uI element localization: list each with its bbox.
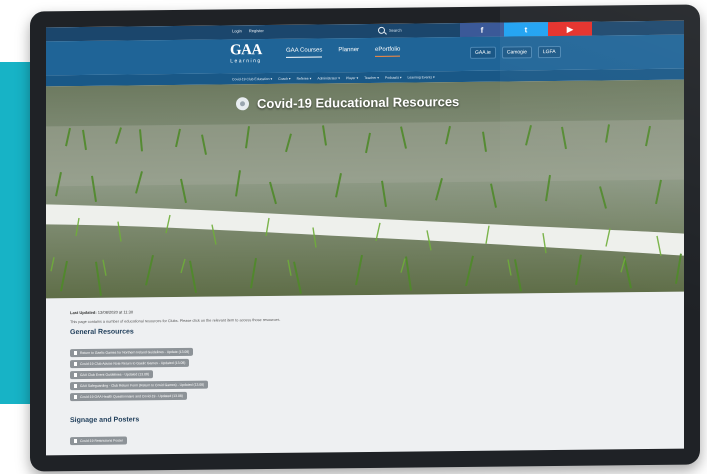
search-box[interactable]: Search	[378, 26, 402, 35]
subnav-administrator[interactable]: Administrator ▾	[317, 76, 340, 80]
resource-label: Covid-19 Restrictions Poster	[80, 438, 123, 443]
partner-links: GAA.ie Camogie LGFA	[470, 45, 567, 59]
nav-eportfolio[interactable]: ePortfolio	[375, 46, 401, 57]
twitter-icon[interactable]: t	[504, 22, 548, 37]
last-updated: Last Updated: 13/08/2020 at 11:30	[70, 304, 684, 315]
browser-screen: Login Register Search f t ▶ GAA Learning…	[46, 20, 684, 456]
lgfa-button[interactable]: LGFA	[537, 45, 561, 59]
laptop-frame: Login Register Search f t ▶ GAA Learning…	[30, 4, 700, 472]
document-icon	[74, 439, 77, 444]
login-link[interactable]: Login	[232, 28, 242, 33]
youtube-icon[interactable]: ▶	[548, 21, 592, 37]
general-resources-heading: General Resources	[70, 328, 134, 337]
resource-button[interactable]: Covid-19 Restrictions Poster	[70, 436, 127, 446]
hero-banner: Covid-19 Educational Resources	[46, 79, 684, 299]
logo-text: Learning	[230, 58, 262, 65]
nav-gaa-courses[interactable]: GAA Courses	[286, 47, 323, 58]
page-title: Covid-19 Educational Resources	[257, 94, 460, 112]
subnav-podcasts[interactable]: Podcasts ▾	[385, 75, 402, 79]
last-updated-label: Last Updated:	[70, 309, 97, 316]
resource-label: Covid-19 GAA Health Questionnaire and Co…	[80, 393, 183, 399]
subnav-teacher[interactable]: Teacher ▾	[364, 75, 379, 79]
gaa-ie-button[interactable]: GAA.ie	[470, 46, 496, 59]
facebook-icon[interactable]: f	[460, 22, 504, 38]
hero-title: Covid-19 Educational Resources	[236, 94, 459, 111]
subnav-covid[interactable]: Covid-19 Club Education ▾	[232, 76, 272, 80]
subnav-coach[interactable]: Coach ▾	[278, 76, 290, 80]
subnav-referee[interactable]: Referee ▾	[297, 76, 312, 80]
social-links: f t ▶	[460, 21, 592, 38]
nav-planner[interactable]: Planner	[338, 47, 359, 57]
document-icon	[74, 395, 77, 400]
register-link[interactable]: Register	[249, 28, 264, 33]
signage-heading: Signage and Posters	[70, 416, 140, 425]
last-updated-value: 13/08/2020 at 11:30	[97, 309, 134, 315]
gaa-learning-logo[interactable]: GAA Learning	[230, 42, 262, 65]
general-resources-list: Return to Gaelic Games for Northern Irel…	[70, 336, 684, 402]
gaa-crest-icon	[236, 97, 249, 111]
page-description: This page contains a number of education…	[70, 317, 281, 325]
camogie-button[interactable]: Camogie	[501, 46, 532, 59]
page-content: Last Updated: 13/08/2020 at 11:30 This p…	[46, 292, 684, 446]
logo-mark: GAA	[230, 42, 262, 59]
signage-list: Covid-19 Restrictions Poster	[70, 424, 684, 446]
account-links: Login Register	[232, 28, 270, 33]
nav-links: GAA Courses Planner ePortfolio	[286, 46, 416, 58]
subnav-player[interactable]: Player ▾	[346, 76, 358, 80]
grass-pitch-image	[46, 79, 684, 299]
resource-button[interactable]: Covid-19 GAA Health Questionnaire and Co…	[70, 391, 187, 402]
main-navigation: GAA Learning GAA Courses Planner ePortfo…	[46, 34, 684, 76]
search-icon	[378, 26, 385, 34]
subnav-learning-events[interactable]: Learning Events ▾	[408, 75, 435, 79]
search-placeholder: Search	[389, 27, 402, 33]
